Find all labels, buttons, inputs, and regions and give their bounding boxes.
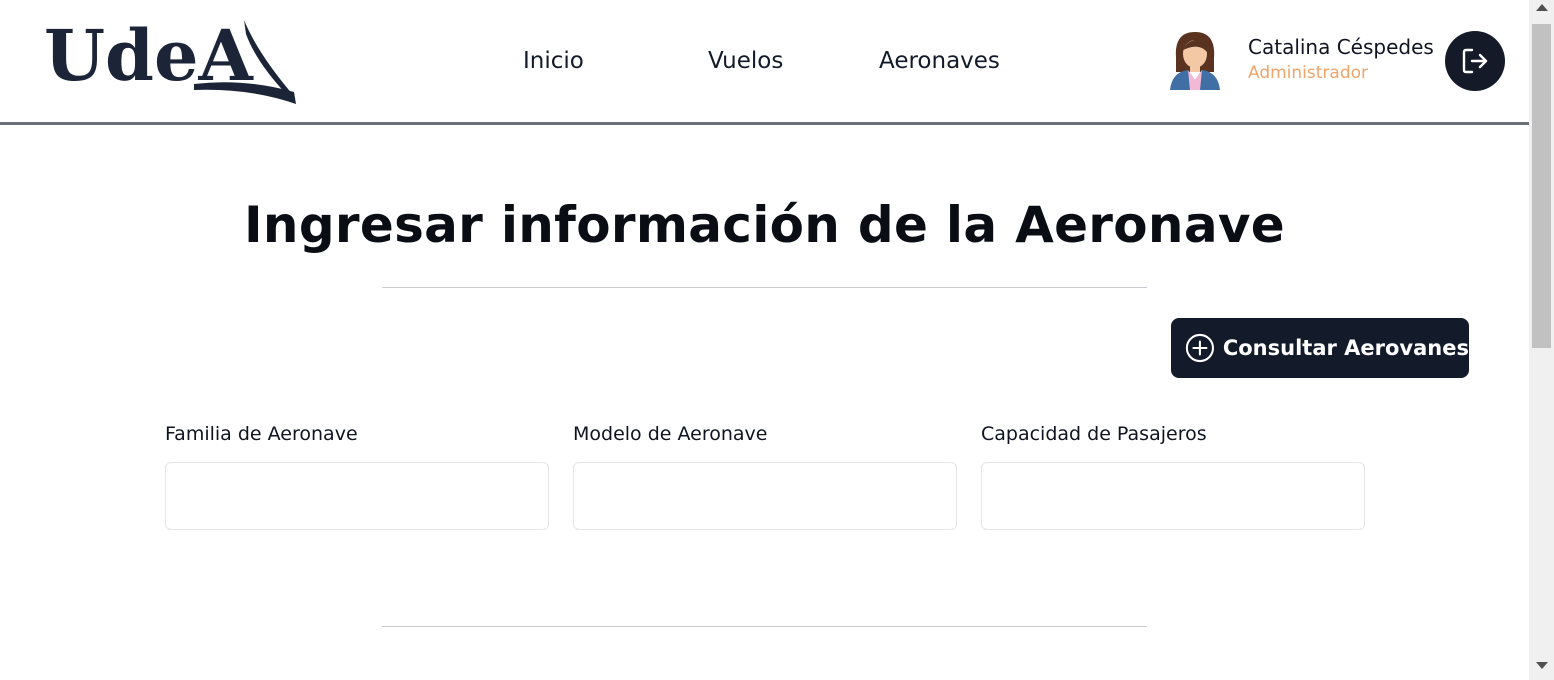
form-divider xyxy=(382,626,1147,627)
title-divider xyxy=(382,287,1147,288)
scroll-down-arrow-icon[interactable] xyxy=(1536,662,1548,669)
nav-inicio[interactable]: Inicio xyxy=(523,48,584,74)
scroll-up-arrow-icon[interactable] xyxy=(1536,4,1548,11)
vertical-scrollbar[interactable] xyxy=(1529,0,1554,680)
udea-logo[interactable]: UdeA xyxy=(44,14,300,106)
page-title: Ingresar información de la Aeronave xyxy=(244,196,1285,254)
scroll-thumb[interactable] xyxy=(1532,24,1551,348)
user-name: Catalina Céspedes xyxy=(1248,35,1434,59)
nav-aeronaves[interactable]: Aeronaves xyxy=(879,48,1000,74)
model-label: Modelo de Aeronave xyxy=(573,423,768,445)
family-label: Familia de Aeronave xyxy=(165,423,358,445)
logout-button[interactable] xyxy=(1445,31,1505,91)
passenger-capacity-input[interactable] xyxy=(981,462,1365,530)
aircraft-family-input[interactable] xyxy=(165,462,549,530)
capacity-label: Capacidad de Pasajeros xyxy=(981,423,1207,445)
top-navbar: UdeA Inicio Vuelos Aeronaves Catalina Cé… xyxy=(0,0,1529,125)
user-avatar xyxy=(1166,28,1224,92)
plus-circle-icon xyxy=(1185,333,1215,363)
nav-vuelos[interactable]: Vuelos xyxy=(708,48,783,74)
consult-aircraft-label: Consultar Aerovanes xyxy=(1222,336,1469,360)
aircraft-model-input[interactable] xyxy=(573,462,957,530)
logout-icon xyxy=(1462,48,1488,74)
consult-aircraft-button[interactable]: Consultar Aerovanes xyxy=(1171,318,1469,378)
user-role: Administrador xyxy=(1248,63,1369,83)
